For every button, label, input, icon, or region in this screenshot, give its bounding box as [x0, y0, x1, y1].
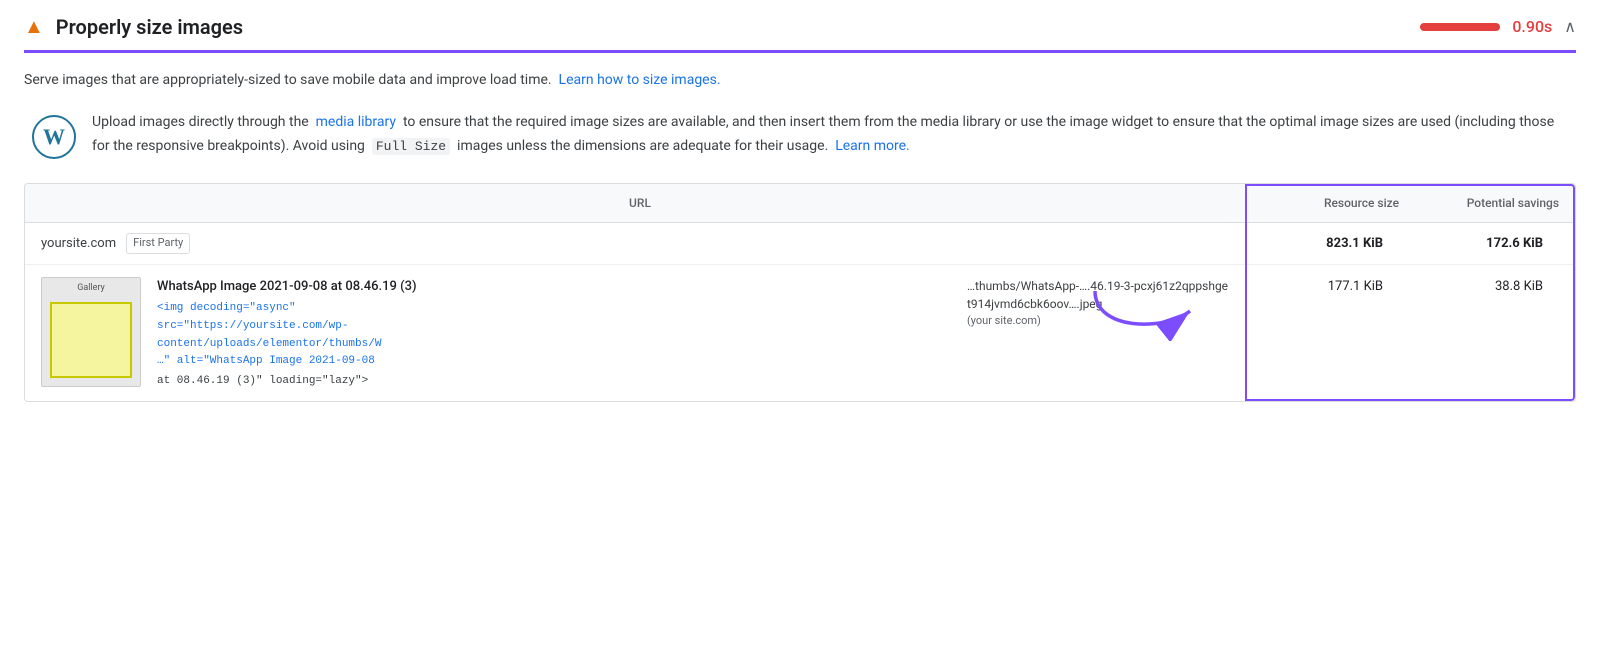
wordpress-logo: W — [32, 115, 76, 159]
media-library-link[interactable]: media library — [316, 114, 396, 130]
score-time: 0.90s — [1512, 15, 1552, 39]
file-alt: at 08.46.19 (3)" loading="lazy"> — [157, 373, 943, 390]
audit-title: Properly size images — [56, 12, 243, 42]
file-title: WhatsApp Image 2021-09-08 at 08.46.19 (3… — [157, 277, 943, 297]
file-url-text: …thumbs/WhatsApp-….46.19-3-pcxj61z2qppsh… — [967, 277, 1231, 313]
header-left: ▲ Properly size images — [24, 12, 243, 42]
main-container: ▲ Properly size images 0.90s ∧ Serve ima… — [0, 0, 1600, 653]
audit-header: ▲ Properly size images 0.90s ∧ — [24, 12, 1576, 53]
file-url-domain: (your site.com) — [967, 313, 1231, 330]
domain-row: yoursite.com First Party 823.1 KiB 172.6… — [25, 223, 1575, 265]
header-right: 0.90s ∧ — [1420, 15, 1576, 39]
domain-potential-savings: 172.6 KiB — [1399, 234, 1559, 254]
file-code: <img decoding="async" src="https://yours… — [157, 300, 943, 370]
file-values: 177.1 KiB 38.8 KiB — [1239, 277, 1559, 297]
file-info: WhatsApp Image 2021-09-08 at 08.46.19 (3… — [157, 277, 943, 389]
learn-how-link[interactable]: Learn how to size images. — [559, 72, 721, 88]
learn-more-link[interactable]: Learn more. — [835, 138, 910, 154]
warning-icon: ▲ — [24, 11, 44, 41]
domain-name: yoursite.com — [41, 234, 116, 254]
svg-text:W: W — [43, 124, 65, 149]
file-row-left: Gallery WhatsApp Image 2021-09-08 at 08.… — [41, 277, 1239, 389]
table-header-row: URL Resource size Potential savings — [25, 184, 1575, 223]
full-size-code: Full Size — [372, 138, 450, 155]
file-resource-size: 177.1 KiB — [1239, 277, 1399, 297]
tip-box: W Upload images directly through the med… — [24, 111, 1576, 159]
domain-row-left: yoursite.com First Party — [41, 233, 1239, 254]
results-table: URL Resource size Potential savings your… — [24, 183, 1576, 402]
col-resource-header: Resource size — [1255, 184, 1415, 222]
tip-text-before: Upload images directly through the — [92, 114, 309, 130]
col-savings-header: Potential savings — [1415, 184, 1575, 222]
thumbnail-inner — [50, 302, 132, 378]
file-potential-savings: 38.8 KiB — [1399, 277, 1559, 297]
score-bar — [1420, 23, 1500, 31]
description-main: Serve images that are appropriately-size… — [24, 72, 552, 88]
tip-text: Upload images directly through the media… — [92, 111, 1568, 159]
image-thumbnail: Gallery — [41, 277, 141, 387]
tip-text-after: images unless the dimensions are adequat… — [457, 138, 828, 154]
file-url: …thumbs/WhatsApp-….46.19-3-pcxj61z2qppsh… — [959, 277, 1239, 330]
domain-values: 823.1 KiB 172.6 KiB — [1239, 234, 1559, 254]
domain-resource-size: 823.1 KiB — [1239, 234, 1399, 254]
col-url-header: URL — [25, 184, 1255, 222]
collapse-icon[interactable]: ∧ — [1564, 15, 1576, 39]
file-row: Gallery WhatsApp Image 2021-09-08 at 08.… — [25, 265, 1575, 401]
thumbnail-label: Gallery — [77, 282, 105, 296]
description-text: Serve images that are appropriately-size… — [24, 69, 1576, 91]
first-party-badge: First Party — [126, 233, 190, 254]
